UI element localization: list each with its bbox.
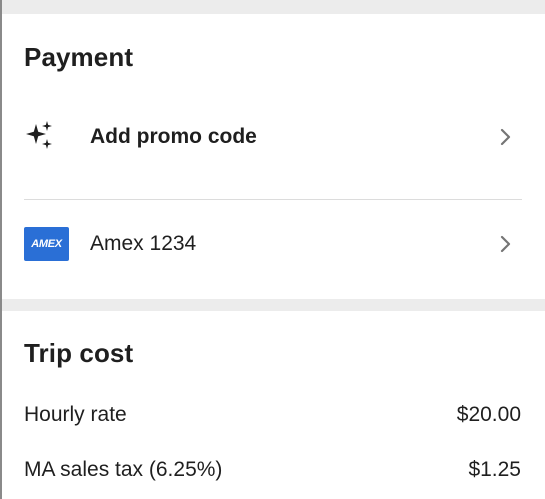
section-separator — [2, 299, 545, 311]
add-promo-code-label: Add promo code — [90, 125, 257, 148]
cost-line-label: Hourly rate — [24, 403, 127, 426]
cost-line-label: MA sales tax (6.25%) — [24, 458, 223, 481]
sparkle-icon — [24, 120, 54, 155]
payment-method-row[interactable]: AMEX Amex 1234 — [2, 214, 545, 274]
cost-line-amount: $20.00 — [456, 403, 521, 426]
chevron-right-icon — [495, 235, 515, 253]
trip-cost-section-title: Trip cost — [24, 338, 134, 368]
row-divider — [24, 199, 522, 200]
cost-line-sales-tax: MA sales tax (6.25%) $1.25 — [24, 458, 521, 482]
chevron-right-icon — [495, 128, 515, 146]
section-separator-top — [2, 0, 545, 14]
payment-method-label: Amex 1234 — [90, 232, 197, 255]
cost-line-hourly-rate: Hourly rate $20.00 — [24, 403, 521, 427]
add-promo-code-row[interactable]: Add promo code — [2, 107, 545, 167]
payment-section-title: Payment — [24, 42, 134, 72]
amex-card-icon: AMEX — [24, 227, 69, 261]
cost-line-amount: $1.25 — [468, 458, 521, 481]
